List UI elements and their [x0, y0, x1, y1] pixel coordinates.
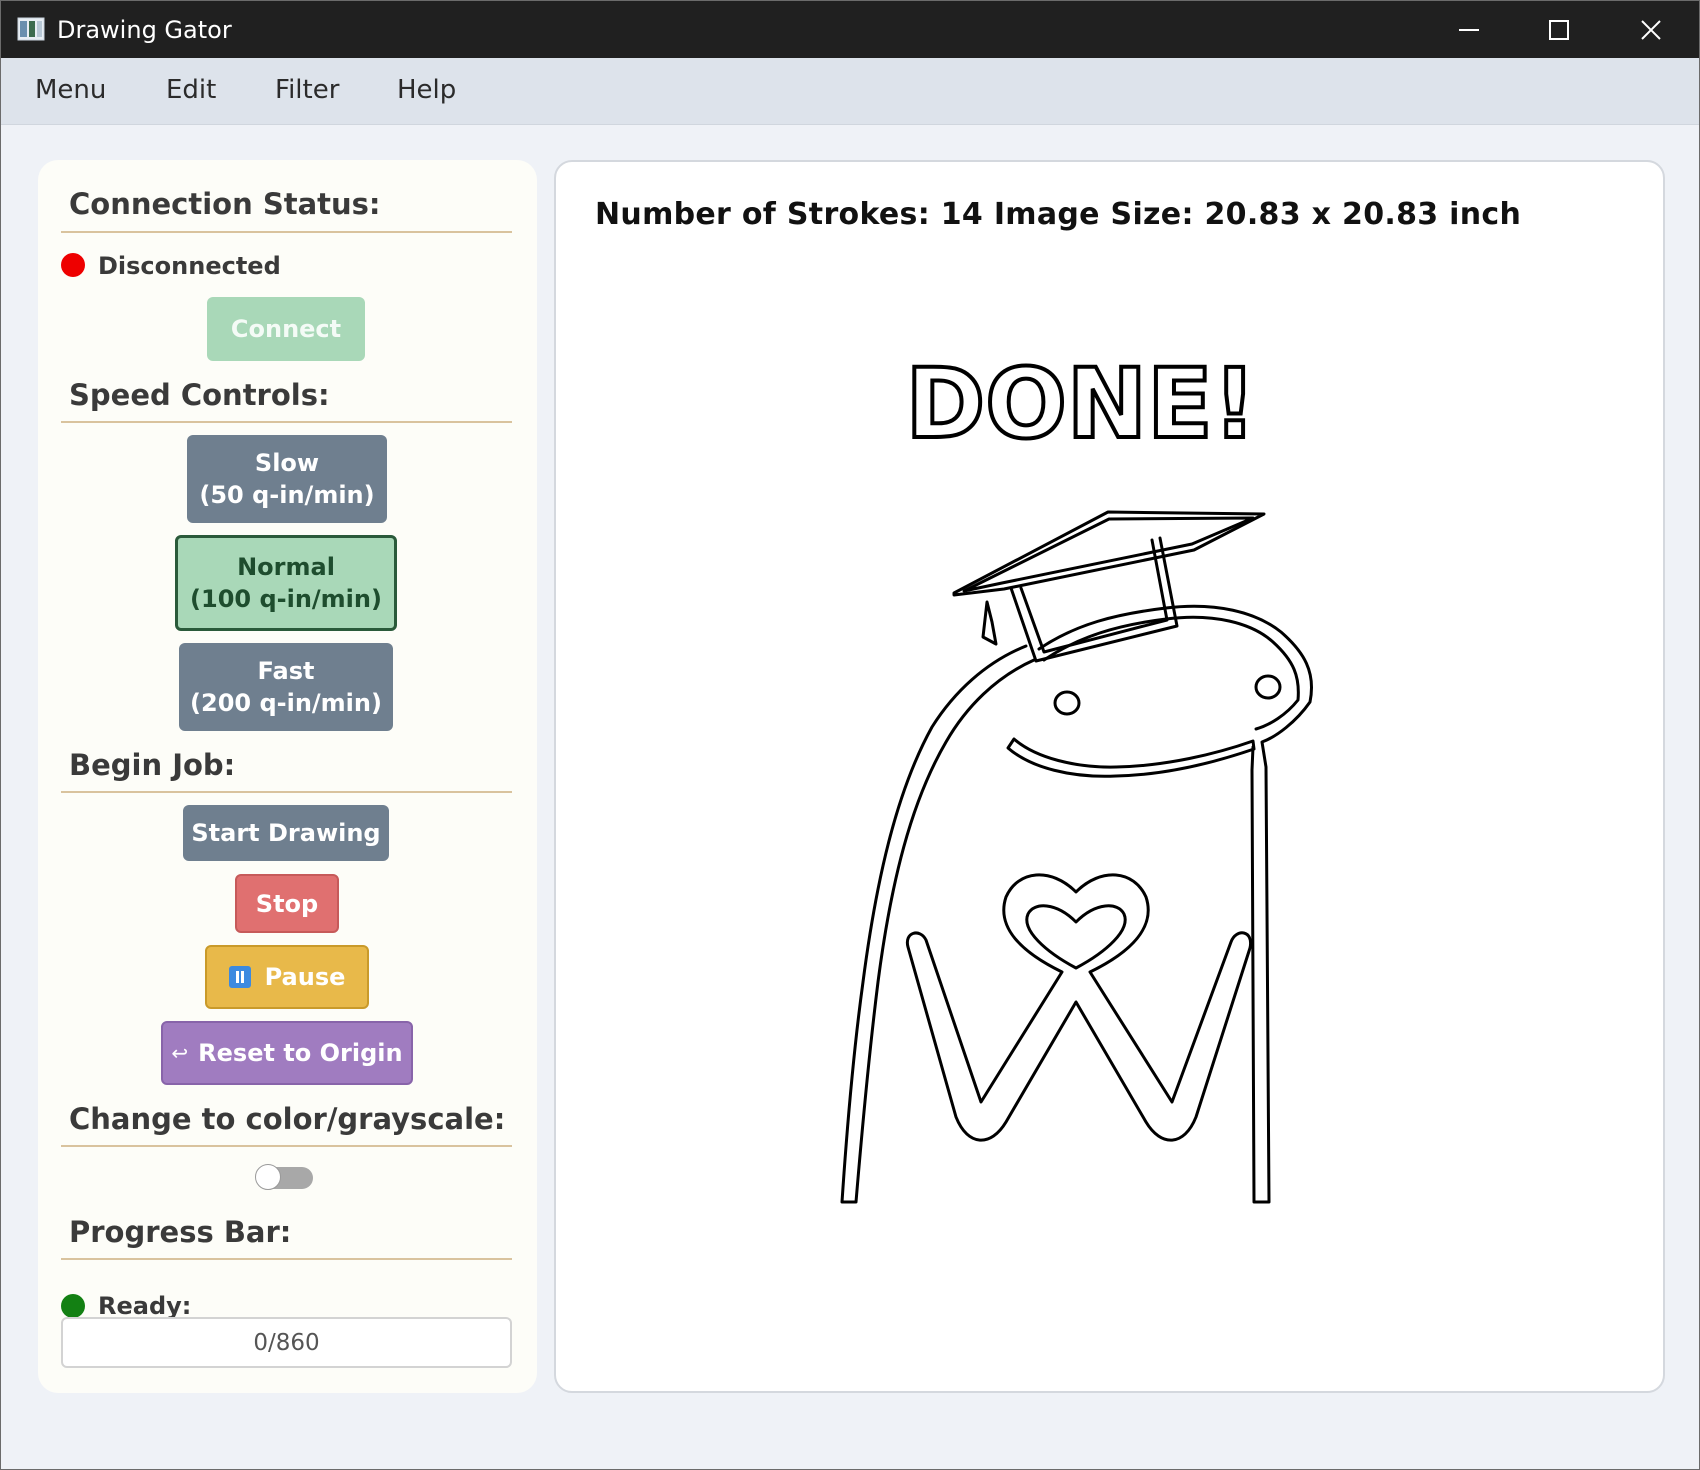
- normal-speed-button[interactable]: Normal (100 q-in/min): [175, 535, 397, 631]
- ready-indicator-dot: [61, 1294, 85, 1318]
- reset-label: Reset to Origin: [198, 1039, 403, 1067]
- normal-speed-rate: (100 q-in/min): [190, 585, 382, 613]
- maximize-button[interactable]: [1513, 1, 1605, 58]
- progress-text: 0/860: [253, 1329, 320, 1356]
- fast-speed-rate: (200 q-in/min): [190, 689, 382, 717]
- progress-status-text: Ready:: [98, 1292, 192, 1320]
- progress-bar-heading: Progress Bar:: [69, 1215, 292, 1249]
- reset-to-origin-button[interactable]: ↩ Reset to Origin: [161, 1021, 413, 1085]
- slow-speed-label: Slow: [254, 449, 320, 477]
- cartoon-outline: [840, 510, 1313, 1204]
- divider: [61, 1258, 512, 1260]
- body-left-inner: [1042, 615, 1300, 731]
- drawing-preview-panel: Number of Strokes: 14 Image Size: 20.83 …: [554, 160, 1665, 1393]
- connection-status-heading: Connection Status:: [69, 187, 381, 221]
- left-eye: [1053, 690, 1081, 716]
- normal-speed-label: Normal: [237, 553, 335, 581]
- body-left: [1037, 604, 1313, 1204]
- status-indicator-dot: [61, 253, 85, 277]
- app-icon: [17, 17, 45, 41]
- stop-button[interactable]: Stop: [235, 874, 339, 933]
- maximize-icon: [1549, 19, 1569, 40]
- start-drawing-button[interactable]: Start Drawing: [183, 805, 389, 861]
- return-arrow-icon: ↩: [171, 1041, 189, 1065]
- left-arm: [905, 873, 1253, 1142]
- menu-item-menu[interactable]: Menu: [35, 75, 106, 105]
- control-panel: Connection Status: Disconnected Connect …: [38, 160, 537, 1393]
- pause-label: Pause: [264, 963, 346, 991]
- divider: [61, 1145, 512, 1147]
- cap-board-inner: [962, 516, 1255, 593]
- cap-tassel: [981, 600, 998, 646]
- menu-item-filter[interactable]: Filter: [275, 75, 339, 105]
- progress-bar: 0/860: [61, 1317, 512, 1368]
- drawing-preview: DONE!: [840, 346, 1313, 1204]
- speed-controls-heading: Speed Controls:: [69, 378, 330, 412]
- color-mode-heading: Change to color/grayscale:: [69, 1102, 506, 1136]
- connection-status-text: Disconnected: [98, 252, 281, 280]
- color-grayscale-toggle[interactable]: [255, 1164, 313, 1190]
- menu-item-help[interactable]: Help: [397, 75, 456, 105]
- connect-button[interactable]: Connect: [207, 297, 365, 361]
- smile: [1006, 737, 1256, 778]
- close-icon: [1641, 19, 1661, 40]
- minimize-button[interactable]: [1423, 1, 1515, 58]
- divider: [61, 421, 512, 423]
- slow-speed-rate: (50 q-in/min): [199, 481, 375, 509]
- right-eye: [1254, 674, 1282, 700]
- toggle-knob: [255, 1164, 281, 1190]
- app-window: Drawing Gator Menu Edit Filter Help Conn…: [0, 0, 1700, 1470]
- title-bar[interactable]: Drawing Gator: [1, 1, 1699, 58]
- fast-speed-button[interactable]: Fast (200 q-in/min): [179, 643, 393, 731]
- minimize-icon: [1459, 28, 1479, 31]
- menu-item-edit[interactable]: Edit: [166, 75, 216, 105]
- window-title: Drawing Gator: [57, 16, 232, 44]
- begin-job-heading: Begin Job:: [69, 748, 236, 782]
- slow-speed-button[interactable]: Slow (50 q-in/min): [187, 435, 387, 523]
- divider: [61, 231, 512, 233]
- pause-icon: [228, 966, 251, 988]
- menu-bar: Menu Edit Filter Help: [1, 58, 1699, 125]
- done-text: DONE!: [906, 348, 1257, 460]
- pause-button[interactable]: Pause: [205, 945, 369, 1009]
- divider: [61, 791, 512, 793]
- fast-speed-label: Fast: [257, 657, 315, 685]
- heart-inner: [1025, 904, 1127, 970]
- close-window-button[interactable]: [1605, 1, 1697, 58]
